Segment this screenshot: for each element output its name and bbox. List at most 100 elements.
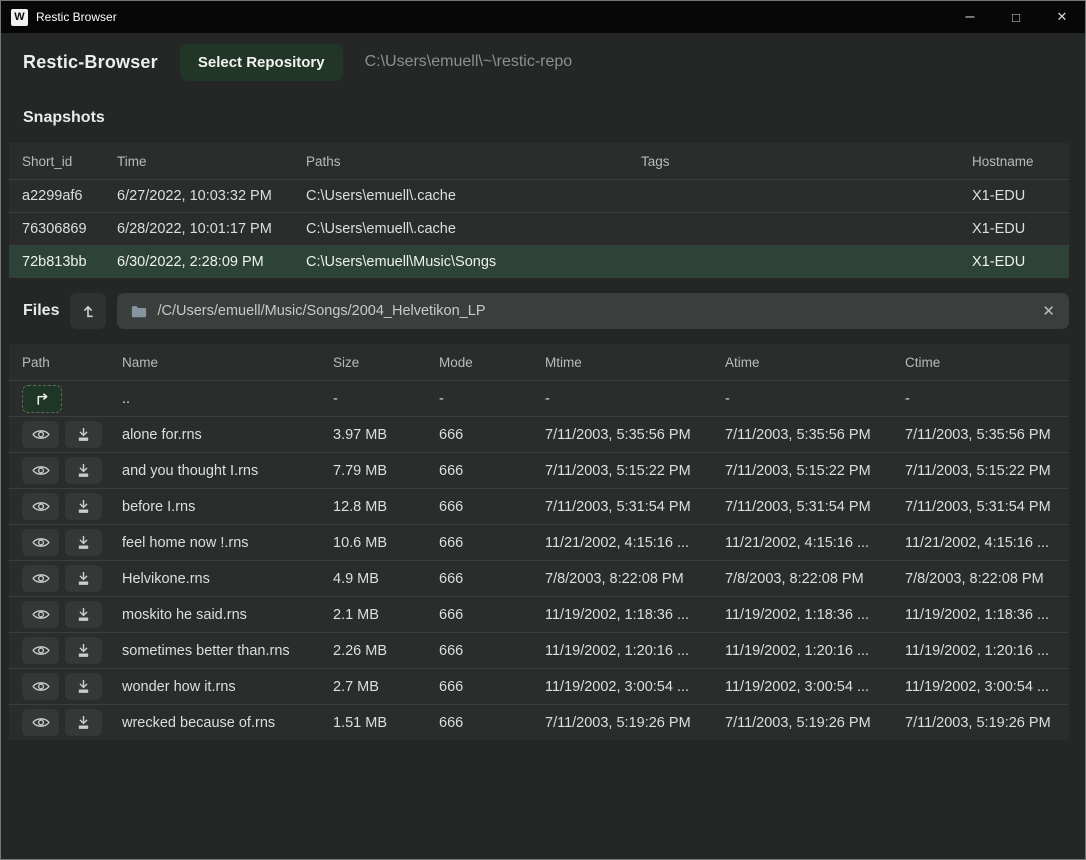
file-mtime: - bbox=[545, 391, 725, 407]
file-row: sometimes better than.rns 2.26 MB 666 11… bbox=[9, 632, 1069, 668]
preview-file-button[interactable] bbox=[22, 673, 59, 700]
app-icon: W bbox=[11, 9, 28, 26]
app-icon-letter: W bbox=[14, 11, 24, 23]
file-mtime: 7/11/2003, 5:31:54 PM bbox=[545, 499, 725, 515]
download-icon bbox=[76, 643, 91, 658]
file-name: wonder how it.rns bbox=[122, 679, 333, 695]
page-title: Restic-Browser bbox=[23, 52, 158, 73]
download-file-button[interactable] bbox=[65, 565, 102, 592]
preview-file-button[interactable] bbox=[22, 601, 59, 628]
file-ctime: 7/11/2003, 5:15:22 PM bbox=[905, 463, 1069, 479]
preview-file-button[interactable] bbox=[22, 709, 59, 736]
eye-icon bbox=[32, 644, 50, 657]
snapshot-row[interactable]: a2299af6 6/27/2022, 10:03:32 PM C:\Users… bbox=[9, 179, 1069, 212]
select-repository-button[interactable]: Select Repository bbox=[180, 44, 343, 81]
file-ctime: 11/19/2002, 3:00:54 ... bbox=[905, 679, 1069, 695]
preview-file-button[interactable] bbox=[22, 457, 59, 484]
snapshot-row[interactable]: 76306869 6/28/2022, 10:01:17 PM C:\Users… bbox=[9, 212, 1069, 245]
download-file-button[interactable] bbox=[65, 673, 102, 700]
column-header-path: Path bbox=[22, 355, 122, 370]
file-size: 10.6 MB bbox=[333, 535, 439, 551]
file-row: Helvikone.rns 4.9 MB 666 7/8/2003, 8:22:… bbox=[9, 560, 1069, 596]
snapshot-short-id: a2299af6 bbox=[22, 188, 117, 204]
eye-icon bbox=[32, 608, 50, 621]
file-name: feel home now !.rns bbox=[122, 535, 333, 551]
go-to-parent-button[interactable] bbox=[22, 385, 62, 413]
column-header-ctime: Ctime bbox=[905, 355, 1069, 370]
file-row: and you thought I.rns 7.79 MB 666 7/11/2… bbox=[9, 452, 1069, 488]
snapshots-table-header: Short_id Time Paths Tags Hostname bbox=[9, 143, 1069, 179]
maximize-button[interactable]: □ bbox=[993, 1, 1039, 33]
preview-file-button[interactable] bbox=[22, 565, 59, 592]
download-file-button[interactable] bbox=[65, 493, 102, 520]
file-row: before I.rns 12.8 MB 666 7/11/2003, 5:31… bbox=[9, 488, 1069, 524]
file-mtime: 11/19/2002, 3:00:54 ... bbox=[545, 679, 725, 695]
file-name: before I.rns bbox=[122, 499, 333, 515]
preview-file-button[interactable] bbox=[22, 637, 59, 664]
close-button[interactable]: ✕ bbox=[1039, 1, 1085, 33]
eye-icon bbox=[32, 500, 50, 513]
minimize-button[interactable]: – bbox=[947, 1, 993, 33]
files-table-header: Path Name Size Mode Mtime Atime Ctime bbox=[9, 344, 1069, 380]
maximize-icon: □ bbox=[1012, 10, 1020, 25]
file-mtime: 7/11/2003, 5:35:56 PM bbox=[545, 427, 725, 443]
file-atime: 7/11/2003, 5:35:56 PM bbox=[725, 427, 905, 443]
download-icon bbox=[76, 427, 91, 442]
file-mtime: 11/21/2002, 4:15:16 ... bbox=[545, 535, 725, 551]
column-header-mode: Mode bbox=[439, 355, 545, 370]
column-header-short-id: Short_id bbox=[22, 154, 117, 169]
window-title: Restic Browser bbox=[36, 10, 117, 24]
file-size: 4.9 MB bbox=[333, 571, 439, 587]
file-row: feel home now !.rns 10.6 MB 666 11/21/20… bbox=[9, 524, 1069, 560]
column-header-tags: Tags bbox=[641, 154, 972, 169]
file-name: and you thought I.rns bbox=[122, 463, 333, 479]
preview-file-button[interactable] bbox=[22, 421, 59, 448]
snapshots-section-title: Snapshots bbox=[23, 109, 1069, 127]
file-atime: 11/19/2002, 3:00:54 ... bbox=[725, 679, 905, 695]
column-header-size: Size bbox=[333, 355, 439, 370]
file-name: wrecked because of.rns bbox=[122, 715, 333, 731]
snapshot-row-selected[interactable]: 72b813bb 6/30/2022, 2:28:09 PM C:\Users\… bbox=[9, 245, 1069, 278]
file-mode: 666 bbox=[439, 571, 545, 587]
snapshot-paths: C:\Users\emuell\.cache bbox=[306, 188, 641, 204]
file-atime: 7/11/2003, 5:19:26 PM bbox=[725, 715, 905, 731]
file-mode: - bbox=[439, 391, 545, 407]
preview-file-button[interactable] bbox=[22, 529, 59, 556]
snapshot-time: 6/28/2022, 10:01:17 PM bbox=[117, 221, 306, 237]
file-mtime: 7/8/2003, 8:22:08 PM bbox=[545, 571, 725, 587]
download-file-button[interactable] bbox=[65, 709, 102, 736]
file-ctime: 7/11/2003, 5:31:54 PM bbox=[905, 499, 1069, 515]
snapshot-paths: C:\Users\emuell\.cache bbox=[306, 221, 641, 237]
download-file-button[interactable] bbox=[65, 457, 102, 484]
column-header-mtime: Mtime bbox=[545, 355, 725, 370]
clear-path-button[interactable]: ✕ bbox=[1042, 302, 1055, 320]
file-row: wonder how it.rns 2.7 MB 666 11/19/2002,… bbox=[9, 668, 1069, 704]
download-icon bbox=[76, 715, 91, 730]
column-header-paths: Paths bbox=[306, 154, 641, 169]
file-ctime: 11/21/2002, 4:15:16 ... bbox=[905, 535, 1069, 551]
download-file-button[interactable] bbox=[65, 529, 102, 556]
repository-path: C:\Users\emuell\~\restic-repo bbox=[365, 53, 573, 71]
file-mode: 666 bbox=[439, 679, 545, 695]
file-size: 7.79 MB bbox=[333, 463, 439, 479]
file-ctime: 11/19/2002, 1:20:16 ... bbox=[905, 643, 1069, 659]
path-up-button[interactable] bbox=[70, 293, 106, 329]
file-name: .. bbox=[122, 391, 333, 407]
snapshots-table: Short_id Time Paths Tags Hostname a2299a… bbox=[9, 143, 1069, 278]
download-file-button[interactable] bbox=[65, 601, 102, 628]
file-name: Helvikone.rns bbox=[122, 571, 333, 587]
file-atime: 7/11/2003, 5:31:54 PM bbox=[725, 499, 905, 515]
download-file-button[interactable] bbox=[65, 637, 102, 664]
arrow-up-from-bar-icon bbox=[80, 303, 96, 319]
column-header-time: Time bbox=[117, 154, 306, 169]
column-header-atime: Atime bbox=[725, 355, 905, 370]
download-icon bbox=[76, 607, 91, 622]
files-section-title: Files bbox=[23, 302, 59, 320]
download-file-button[interactable] bbox=[65, 421, 102, 448]
file-mtime: 11/19/2002, 1:18:36 ... bbox=[545, 607, 725, 623]
download-icon bbox=[76, 463, 91, 478]
file-mtime: 7/11/2003, 5:15:22 PM bbox=[545, 463, 725, 479]
file-mode: 666 bbox=[439, 463, 545, 479]
file-path-field[interactable]: /C/Users/emuell/Music/Songs/2004_Helveti… bbox=[117, 293, 1069, 329]
preview-file-button[interactable] bbox=[22, 493, 59, 520]
